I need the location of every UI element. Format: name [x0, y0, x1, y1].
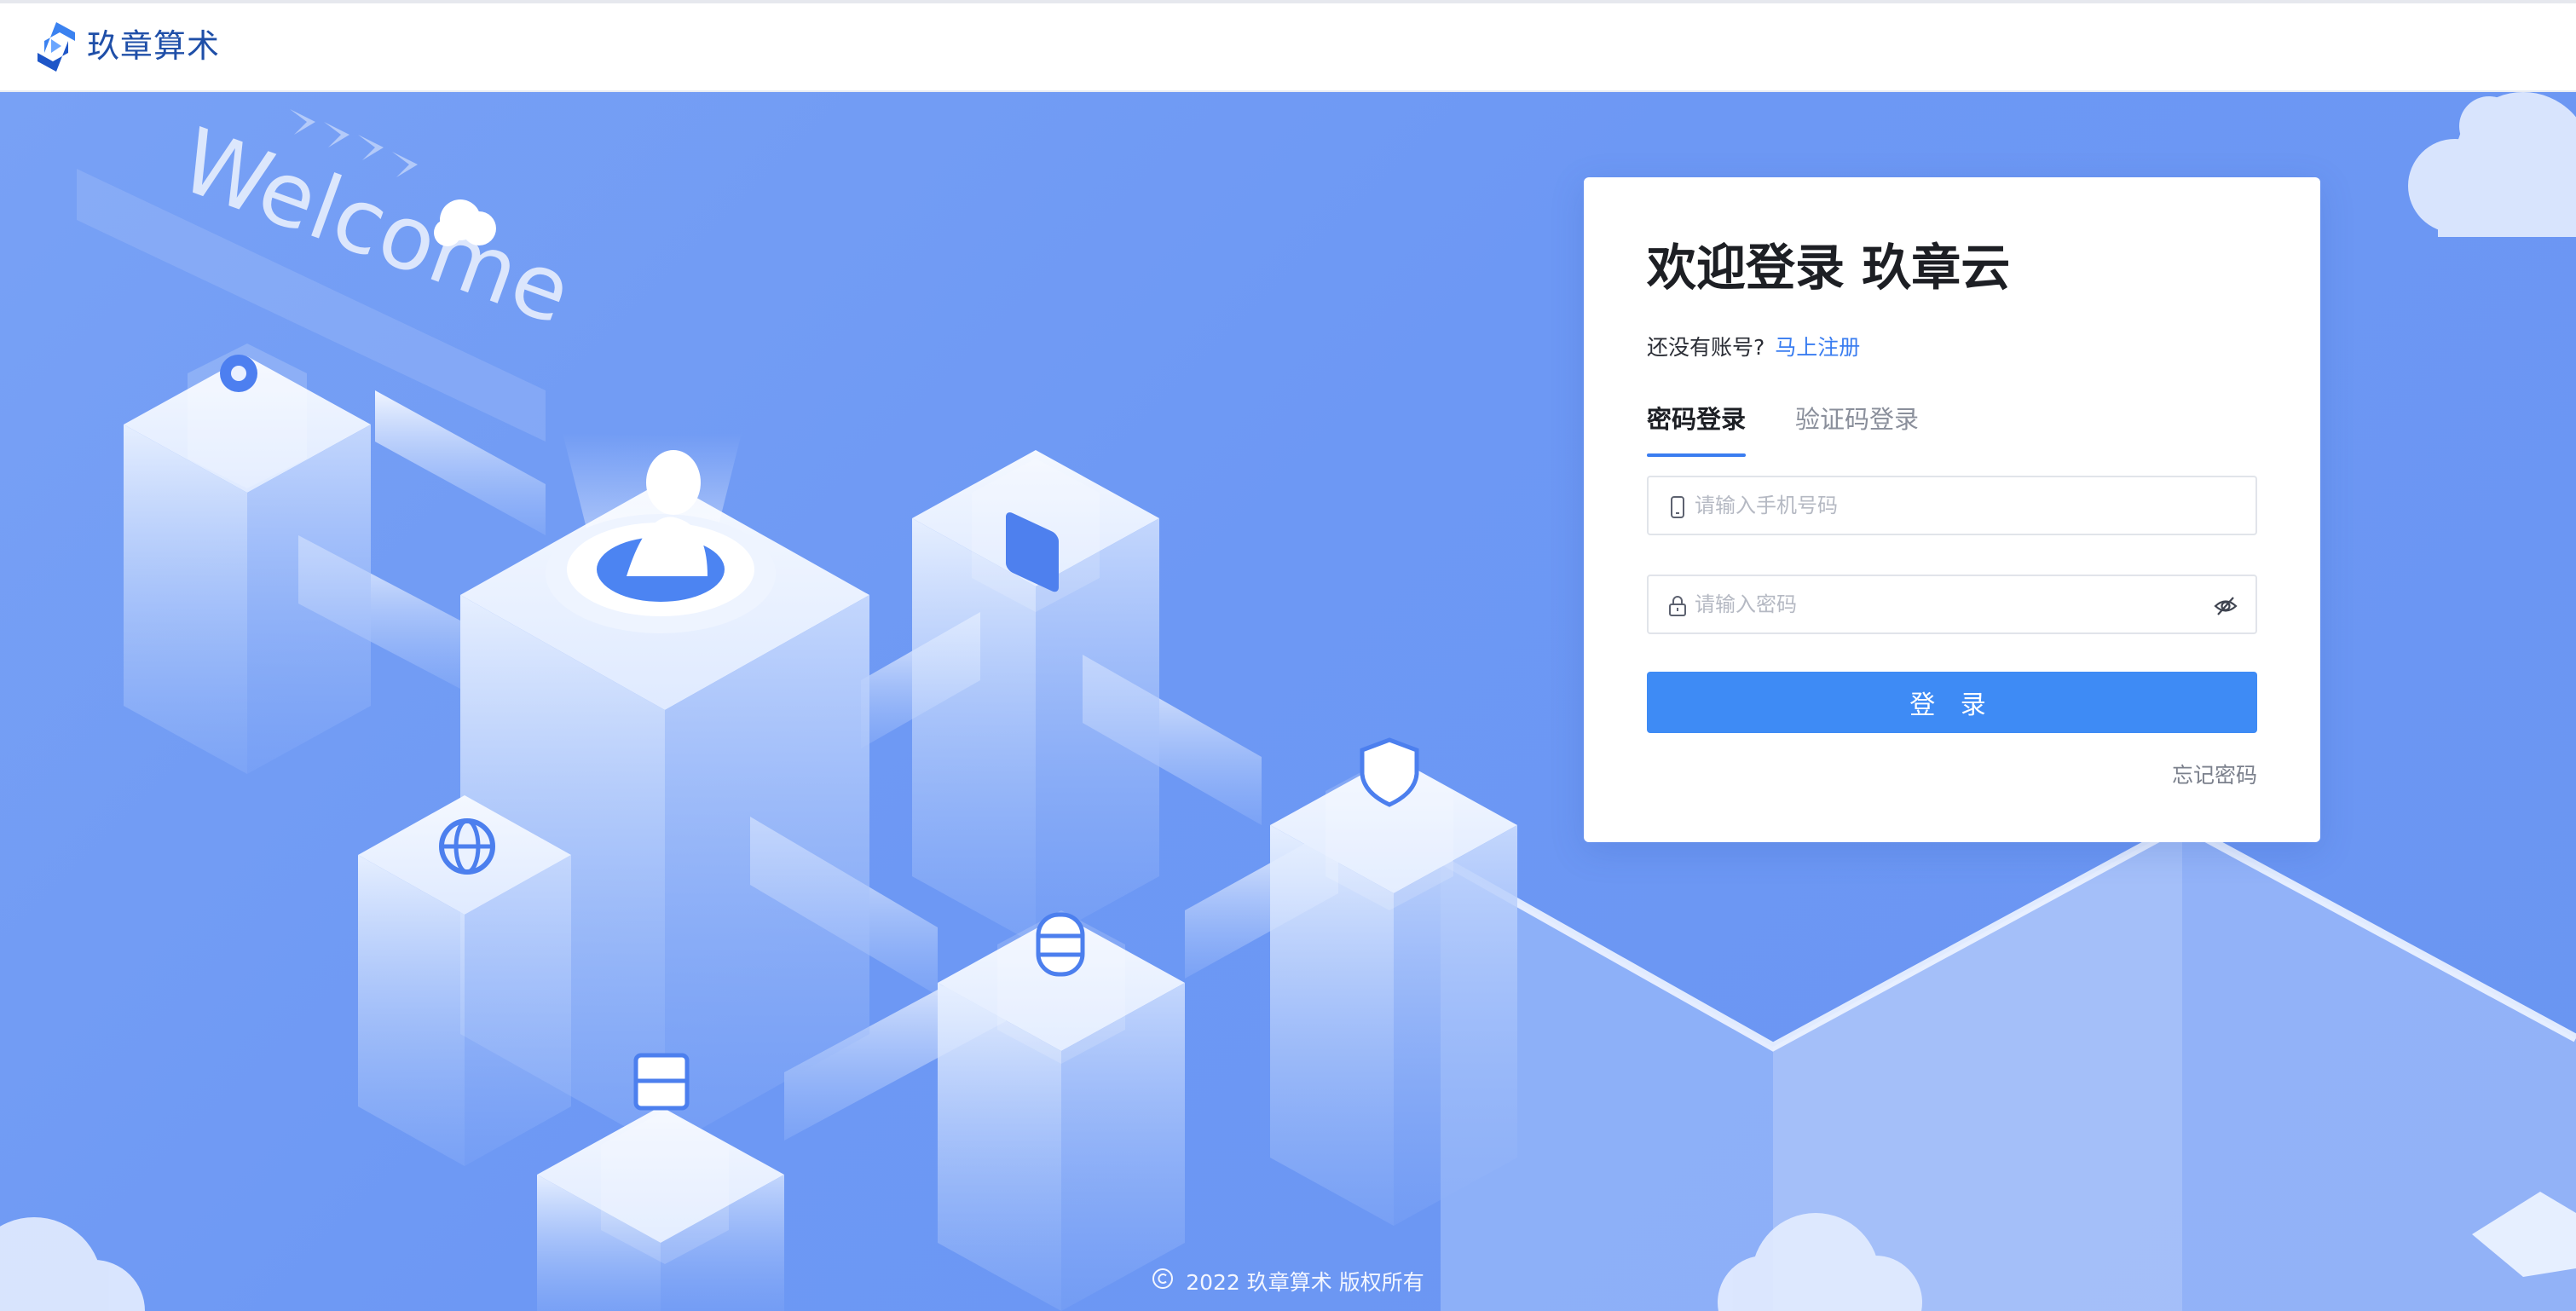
- copyright-text: 2022 玖章算术 版权所有: [1186, 1270, 1424, 1295]
- register-row: 还没有账号? 马上注册: [1647, 331, 1860, 365]
- password-field[interactable]: [1647, 575, 2257, 634]
- tab-code-login[interactable]: 验证码登录: [1795, 397, 1919, 442]
- active-tab-indicator: [1647, 453, 1746, 457]
- copyright-icon: [1152, 1266, 1179, 1300]
- globe-icon: [439, 818, 495, 875]
- register-prompt: 还没有账号?: [1647, 335, 1765, 360]
- login-card: 欢迎登录 玖章云 还没有账号? 马上注册 密码登录 验证码登录 登 录 忘记密码: [1584, 177, 2320, 842]
- top-header: 玖章算术: [0, 3, 2576, 92]
- register-link[interactable]: 马上注册: [1775, 335, 1860, 360]
- login-title: 欢迎登录 玖章云: [1647, 239, 2011, 297]
- tab-password-login[interactable]: 密码登录: [1647, 397, 1746, 442]
- password-input[interactable]: [1695, 585, 2206, 624]
- forgot-password-link[interactable]: 忘记密码: [2172, 760, 2257, 791]
- footer: 2022 玖章算术 版权所有: [0, 1265, 2576, 1300]
- brand-name[interactable]: 玖章算术: [87, 24, 220, 68]
- archive-icon: [633, 1053, 690, 1111]
- phone-field[interactable]: [1647, 476, 2257, 535]
- eye-hidden-icon[interactable]: [2213, 593, 2238, 619]
- phone-input[interactable]: [1695, 486, 2206, 525]
- phone-icon: [1671, 496, 1684, 518]
- database-icon: [1036, 912, 1085, 977]
- lock-icon: [1669, 596, 1686, 616]
- login-button[interactable]: 登 录: [1647, 672, 2257, 733]
- jiuzhang-logo-icon[interactable]: [34, 20, 78, 73]
